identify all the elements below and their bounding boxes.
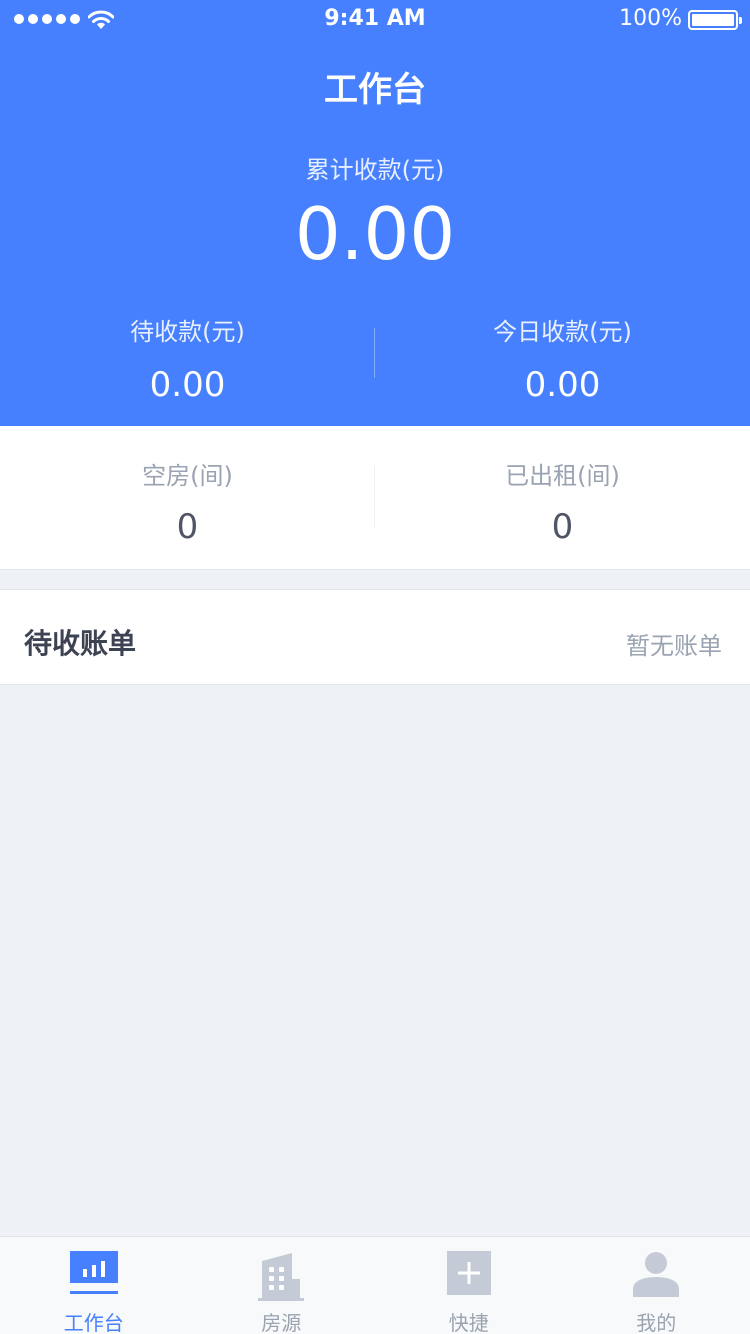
tab-workbench[interactable]: 工作台 (0, 1237, 188, 1334)
pending-amount-label: 待收款(元) (130, 318, 245, 346)
user-icon (633, 1252, 680, 1297)
tab-quick[interactable]: 快捷 (375, 1237, 563, 1334)
plus-icon (446, 1251, 491, 1295)
page-title: 工作台 (324, 70, 426, 110)
pending-bills-title: 待收账单 (24, 627, 137, 660)
vacant-rooms-value: 0 (176, 507, 199, 547)
tab-profile-label: 我的 (636, 1311, 677, 1334)
tab-workbench-label: 工作台 (63, 1311, 124, 1334)
battery-percentage: 100% (619, 6, 682, 31)
workbench-chart-icon (69, 1251, 118, 1294)
pending-amount-value: 0.00 (149, 365, 226, 405)
screen: 9:41 AM 100% 工作台 累计收款(元) 0.00 待收款(元) 0.0… (0, 0, 750, 1334)
room-stats: 空房(间) 0 已出租(间) 0 (0, 426, 750, 570)
tab-bar: 工作台 房源 快捷 我的 (0, 1236, 750, 1334)
vacant-rooms-stat[interactable]: 空房(间) 0 (0, 456, 375, 547)
today-amount-label: 今日收款(元) (493, 318, 632, 346)
pending-bills-row[interactable]: 待收账单 暂无账单 (0, 589, 750, 685)
battery-icon (688, 10, 742, 30)
total-received-value: 0.00 (294, 192, 456, 276)
header: 9:41 AM 100% 工作台 累计收款(元) 0.00 待收款(元) 0.0… (0, 0, 750, 426)
vacant-rooms-label: 空房(间) (142, 462, 233, 490)
rented-rooms-value: 0 (551, 507, 574, 547)
status-bar: 9:41 AM 100% (0, 0, 750, 40)
pending-amount-stat[interactable]: 待收款(元) 0.00 (0, 312, 375, 405)
rented-rooms-label: 已出租(间) (505, 462, 620, 490)
today-amount-value: 0.00 (524, 365, 601, 405)
pending-bills-empty-text: 暂无账单 (626, 632, 722, 660)
tab-properties[interactable]: 房源 (188, 1237, 376, 1334)
tab-quick-label: 快捷 (448, 1311, 489, 1334)
total-received-label: 累计收款(元) (305, 156, 445, 184)
today-amount-stat[interactable]: 今日收款(元) 0.00 (375, 312, 750, 405)
building-icon (258, 1253, 305, 1301)
tab-profile[interactable]: 我的 (563, 1237, 750, 1334)
rented-rooms-stat[interactable]: 已出租(间) 0 (375, 456, 750, 547)
tab-properties-label: 房源 (261, 1311, 302, 1334)
